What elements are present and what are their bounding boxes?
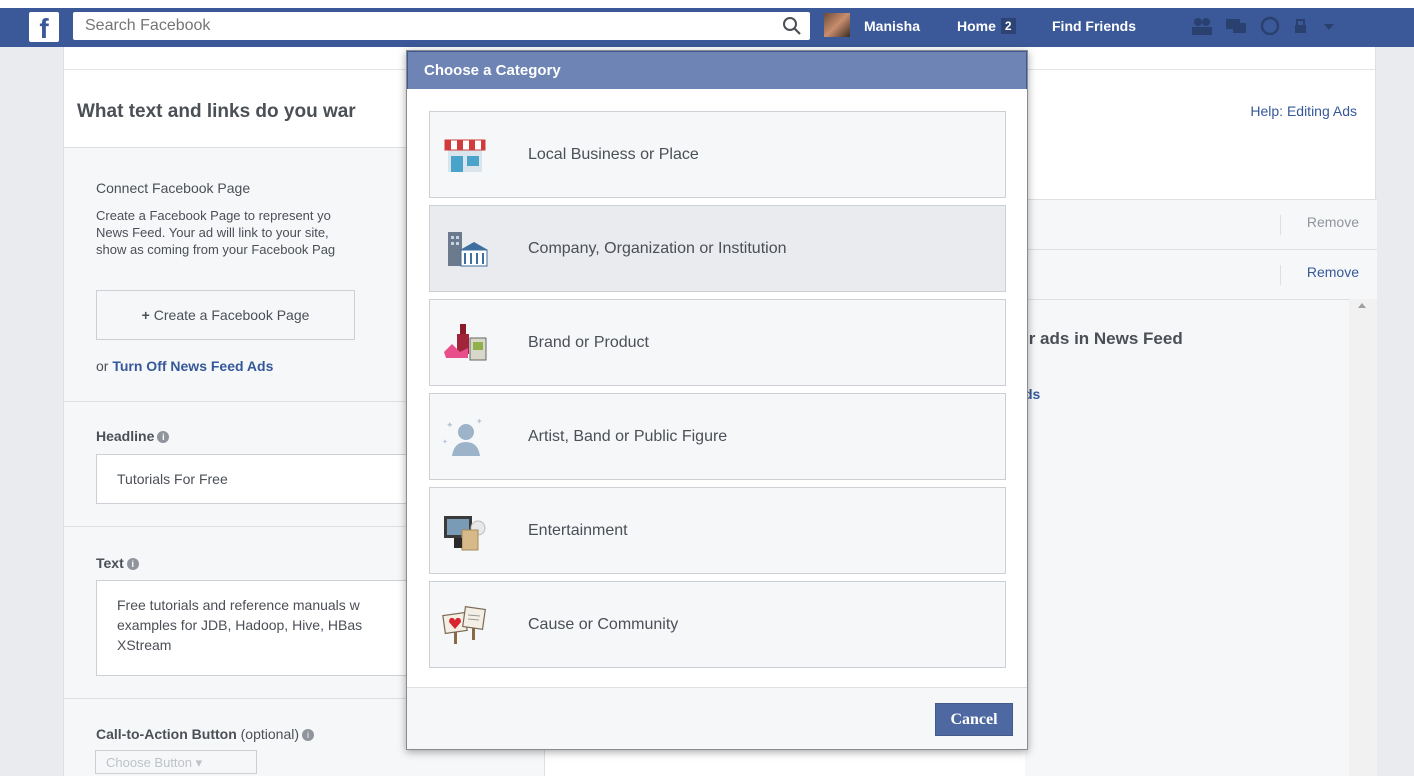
building-icon xyxy=(448,232,488,267)
scroll-up-arrow-icon[interactable] xyxy=(1358,303,1366,308)
info-icon[interactable]: i xyxy=(302,729,315,742)
category-label: Company, Organization or Institution xyxy=(528,240,787,257)
svg-text:✦: ✦ xyxy=(476,417,483,426)
signs-icon xyxy=(442,606,486,644)
chevron-down-icon: ▾ xyxy=(192,755,203,770)
preview-title: ır ads in News Feed xyxy=(1024,329,1183,348)
turn-off-news-feed-ads-link[interactable]: Turn Off News Feed Ads xyxy=(112,358,273,374)
top-navbar: f Manisha Home 2 Find Friends xyxy=(0,0,1414,47)
home-count-badge: 2 xyxy=(1000,18,1016,34)
or-label: or xyxy=(96,358,109,374)
category-entertainment[interactable]: Entertainment xyxy=(429,487,1006,574)
cta-optional-text: (optional) xyxy=(240,726,300,742)
notifications-globe-icon[interactable] xyxy=(1258,16,1282,36)
divider xyxy=(1280,215,1281,235)
connect-page-title: Connect Facebook Page xyxy=(96,180,251,196)
category-label: Entertainment xyxy=(528,522,628,539)
cta-label: Call-to-Action Button (optional) i xyxy=(96,726,315,742)
choose-category-dialog: Choose a Category Local Business or Plac… xyxy=(406,50,1028,750)
text-line: XStream xyxy=(117,637,172,653)
find-friends-link[interactable]: Find Friends xyxy=(1052,12,1136,40)
friend-requests-icon[interactable] xyxy=(1190,16,1214,36)
url-row: Remove xyxy=(1025,199,1377,249)
tv-icon xyxy=(444,516,486,551)
dialog-title: Choose a Category xyxy=(407,51,1027,89)
plus-icon: + xyxy=(141,307,150,323)
info-icon[interactable]: i xyxy=(126,558,139,571)
category-artist-band[interactable]: ✦ ✦ ✦ Artist, Band or Public Figure xyxy=(429,393,1006,480)
messages-icon[interactable] xyxy=(1224,16,1248,36)
text-line: examples for JDB, Hadoop, Hive, HBas xyxy=(117,617,363,633)
create-page-label: Create a Facebook Page xyxy=(153,307,310,323)
account-menu-chevron-down-icon[interactable] xyxy=(1322,16,1336,36)
cancel-button[interactable]: Cancel xyxy=(935,703,1013,736)
section-question-heading: What text and links do you war xyxy=(77,101,356,122)
category-brand-product[interactable]: Brand or Product xyxy=(429,299,1006,386)
text-label: Text i xyxy=(96,555,139,571)
ad-text-textarea[interactable]: Free tutorials and reference manuals w e… xyxy=(96,580,426,676)
home-link[interactable]: Home 2 xyxy=(957,12,1016,40)
search-icon[interactable] xyxy=(782,16,802,36)
text-label-text: Text xyxy=(96,555,124,571)
divider xyxy=(1280,265,1281,285)
privacy-lock-icon[interactable] xyxy=(1292,16,1312,36)
category-label: Cause or Community xyxy=(528,616,679,633)
remove-link[interactable]: Remove xyxy=(1307,264,1359,280)
home-label: Home xyxy=(957,18,996,34)
search-box[interactable] xyxy=(73,12,810,40)
headline-label-text: Headline xyxy=(96,428,155,444)
svg-text:✦: ✦ xyxy=(442,438,448,446)
remove-link[interactable]: Remove xyxy=(1307,214,1359,230)
avatar[interactable] xyxy=(824,13,850,37)
headline-label: Headline i xyxy=(96,428,170,444)
help-editing-ads-link[interactable]: Help: Editing Ads xyxy=(1250,103,1357,119)
person-silhouette-icon: ✦ ✦ ✦ xyxy=(442,417,483,456)
choose-button-dropdown[interactable]: Choose Button ▾ xyxy=(95,750,257,774)
scrollbar[interactable] xyxy=(1349,299,1377,776)
search-input[interactable] xyxy=(73,12,753,40)
headline-input[interactable]: Tutorials For Free xyxy=(96,454,426,504)
turn-off-line: or Turn Off News Feed Ads xyxy=(96,358,273,374)
description-line: News Feed. Your ad will link to your sit… xyxy=(96,225,329,240)
category-label: Local Business or Place xyxy=(528,146,699,163)
info-icon[interactable]: i xyxy=(157,431,170,444)
products-icon xyxy=(444,324,487,361)
svg-text:✦: ✦ xyxy=(446,421,454,431)
create-facebook-page-button[interactable]: + Create a Facebook Page xyxy=(96,290,355,340)
category-company-organization[interactable]: Company, Organization or Institution xyxy=(429,205,1006,292)
category-label: Brand or Product xyxy=(528,334,649,351)
category-label: Artist, Band or Public Figure xyxy=(528,428,728,445)
url-row: Remove xyxy=(1025,249,1377,299)
category-cause-community[interactable]: Cause or Community xyxy=(429,581,1006,668)
cta-label-text: Call-to-Action Button xyxy=(96,726,237,742)
description-line: Create a Facebook Page to represent yo xyxy=(96,208,331,223)
notification-icons xyxy=(1190,16,1336,36)
profile-link[interactable]: Manisha xyxy=(864,12,920,40)
category-local-business[interactable]: Local Business or Place xyxy=(429,111,1006,198)
facebook-logo-icon[interactable]: f xyxy=(29,12,59,42)
description-line: show as coming from your Facebook Pag xyxy=(96,242,336,257)
connect-page-description: Create a Facebook Page to represent yo N… xyxy=(96,207,396,258)
storefront-icon xyxy=(444,139,486,172)
dialog-footer: Cancel xyxy=(407,687,1027,749)
news-feed-preview-panel xyxy=(1025,299,1377,776)
text-line: Free tutorials and reference manuals w xyxy=(117,597,360,613)
